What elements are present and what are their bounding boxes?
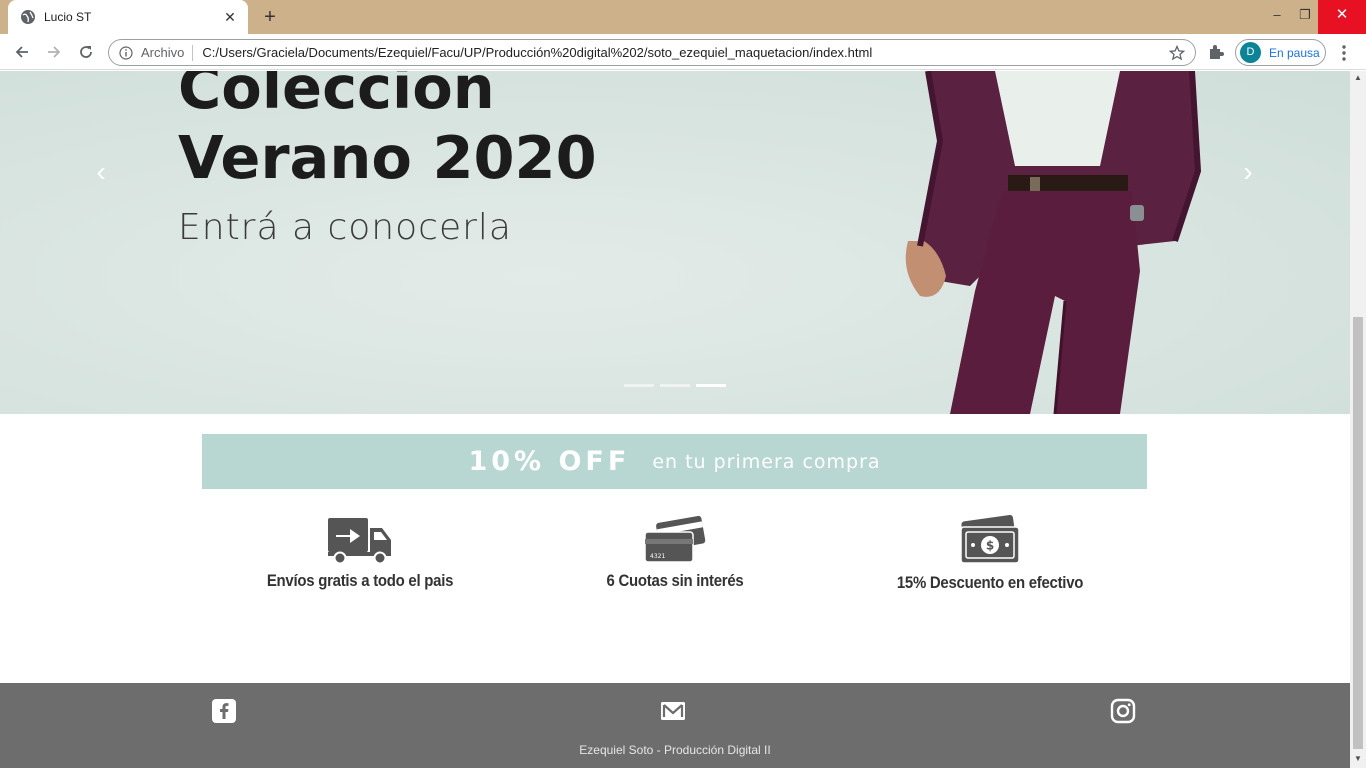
hero-title: Coleccion Verano 2020: [178, 71, 597, 192]
new-tab-button[interactable]: +: [258, 5, 282, 29]
star-icon[interactable]: [1169, 44, 1185, 61]
benefit-label: 6 Cuotas sin interés: [606, 571, 744, 590]
profile-status: En pausa: [1269, 45, 1320, 60]
reload-icon: [80, 46, 92, 58]
page-viewport: Coleccion Verano 2020 Entrá a conocerla …: [0, 71, 1350, 768]
hero-carousel: Coleccion Verano 2020 Entrá a conocerla …: [0, 71, 1350, 414]
benefit-free-shipping: Envíos gratis a todo el pais: [210, 515, 510, 591]
carousel-next-button[interactable]: ›: [1233, 156, 1263, 187]
window-close-button[interactable]: ✕: [1318, 0, 1366, 34]
extensions-icon[interactable]: [1207, 43, 1225, 61]
cash-icon: $: [960, 515, 1020, 564]
carousel-indicator-1[interactable]: [624, 384, 654, 387]
carousel-indicators: [624, 384, 726, 387]
benefit-cash-discount: $ 15% Descuento en efectivo: [840, 515, 1140, 593]
page-scrollbar[interactable]: ▲ ▼: [1350, 71, 1366, 768]
benefit-installments: 4321 6 Cuotas sin interés: [525, 515, 825, 591]
back-icon: [15, 46, 28, 58]
address-url[interactable]: C:/Users/Graciela/Documents/Ezequiel/Fac…: [202, 45, 1169, 60]
credit-card-icon: 4321: [644, 515, 706, 563]
browser-toolbar: Archivo C:/Users/Graciela/Documents/Ezeq…: [0, 34, 1366, 70]
hero-subtitle: Entrá a conocerla: [178, 207, 512, 248]
address-bar[interactable]: Archivo C:/Users/Graciela/Documents/Ezeq…: [108, 39, 1196, 66]
reload-button[interactable]: [74, 40, 98, 64]
forward-button[interactable]: [42, 40, 66, 64]
window-maximize-button[interactable]: ❐: [1290, 0, 1320, 34]
menu-icon[interactable]: [1336, 44, 1352, 62]
scroll-thumb[interactable]: [1353, 317, 1363, 749]
scroll-up-arrow[interactable]: ▲: [1350, 73, 1366, 85]
promo-text: en tu primera compra: [652, 450, 881, 473]
model-photo: [905, 71, 1202, 414]
benefit-label: Envíos gratis a todo el pais: [266, 571, 454, 590]
footer-credits: Ezequiel Soto - Producción Digital II: [579, 743, 771, 757]
back-button[interactable]: [10, 40, 34, 64]
truck-icon: [328, 518, 391, 565]
carousel-indicator-2[interactable]: [660, 384, 690, 387]
scroll-down-arrow[interactable]: ▼: [1350, 754, 1366, 766]
browser-titlebar: Lucio ST ✕ + – ❐ ✕: [0, 0, 1366, 34]
avatar: D: [1240, 42, 1261, 63]
browser-tab[interactable]: Lucio ST ✕: [8, 0, 248, 34]
promo-highlight: 10% OFF: [468, 446, 631, 477]
tab-close-button[interactable]: ✕: [222, 9, 238, 26]
info-icon[interactable]: [119, 45, 133, 60]
site-footer: Ezequiel Soto - Producción Digital II: [0, 683, 1350, 768]
profile-button[interactable]: D En pausa: [1235, 39, 1326, 66]
facebook-icon[interactable]: [211, 698, 237, 724]
benefit-label: 15% Descuento en efectivo: [896, 573, 1084, 592]
globe-icon: [21, 10, 35, 24]
card-number: 4321: [650, 553, 665, 560]
promo-banner: 10% OFF en tu primera compra: [202, 434, 1147, 489]
svg-text:$: $: [986, 539, 994, 553]
forward-icon: [48, 46, 61, 58]
carousel-prev-button[interactable]: ‹: [86, 156, 116, 187]
instagram-icon[interactable]: [1110, 698, 1136, 724]
address-scheme-label: Archivo: [141, 44, 194, 61]
window-minimize-button[interactable]: –: [1262, 0, 1292, 34]
tab-title: Lucio ST: [44, 10, 92, 24]
mail-icon[interactable]: [660, 698, 686, 724]
carousel-indicator-3[interactable]: [696, 384, 726, 387]
